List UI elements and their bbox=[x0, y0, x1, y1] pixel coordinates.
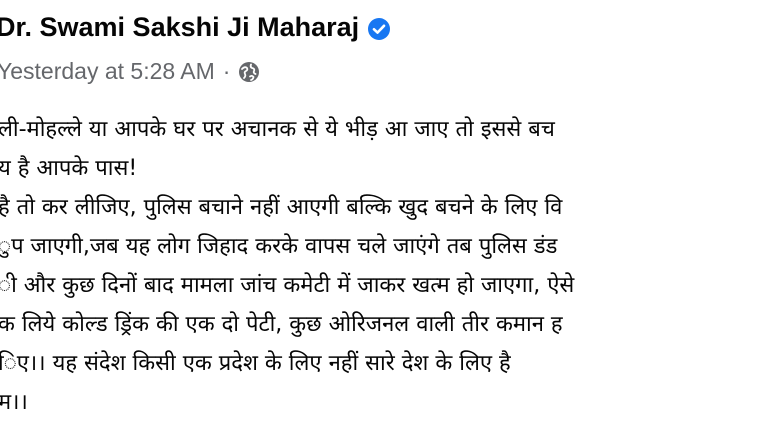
post-body: ली-मोहल्ले या आपके घर पर अचानक से ये भीड… bbox=[0, 110, 758, 422]
post-header: Dr. Swami Sakshi Ji Maharaj bbox=[0, 12, 391, 43]
globe-icon[interactable] bbox=[238, 61, 260, 83]
author-name[interactable]: Dr. Swami Sakshi Ji Maharaj bbox=[0, 12, 359, 43]
meta-separator: · bbox=[222, 58, 231, 84]
post-text-line: िए।। यह संदेश किसी एक प्रदेश के लिए नहीं… bbox=[0, 351, 511, 376]
post-text-line: क लिये कोल्ड ड्रिंक की एक दो पेटी, कुछ ओ… bbox=[0, 312, 563, 337]
post-text-line: ी और कुछ दिनों बाद मामला जांच कमेटी में … bbox=[0, 273, 575, 298]
verified-badge-icon bbox=[368, 17, 391, 40]
post-text-line: ुप जाएगी,जब यह लोग जिहाद करके वापस चले ज… bbox=[0, 234, 558, 259]
post-text-line: है तो कर लीजिए, पुलिस बचाने नहीं आएगी बल… bbox=[0, 195, 563, 220]
post-meta: Yesterday at 5:28 AM · bbox=[0, 58, 260, 85]
facebook-post: Dr. Swami Sakshi Ji Maharaj Yesterday at… bbox=[0, 0, 768, 432]
post-text-line: म।। bbox=[0, 390, 28, 415]
post-timestamp[interactable]: Yesterday at 5:28 AM bbox=[0, 58, 215, 85]
post-text-line: य है आपके पास! bbox=[0, 156, 138, 181]
post-text-line: ली-मोहल्ले या आपके घर पर अचानक से ये भीड… bbox=[0, 117, 555, 142]
